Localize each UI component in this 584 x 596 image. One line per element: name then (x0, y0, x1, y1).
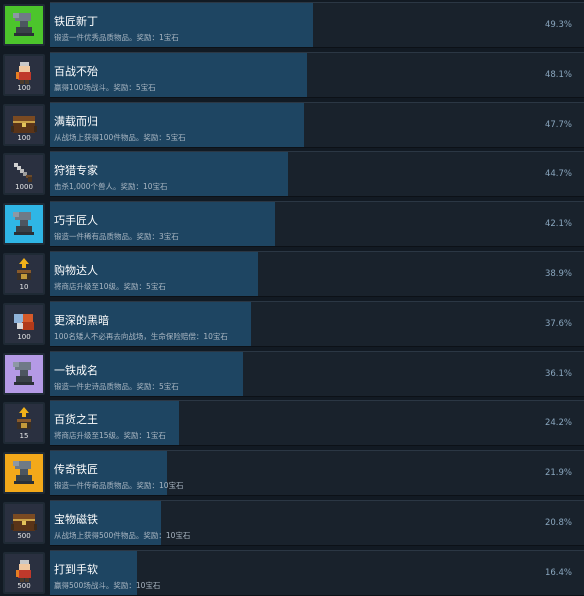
warrior-icon: 500 (3, 551, 45, 594)
achievement-panel: 百战不殆赢得100场战斗。奖励：5宝石 48.1% (50, 51, 584, 98)
shop-upgrade-icon: 15 (3, 402, 45, 445)
unlock-percentage: 42.1% (544, 219, 572, 230)
achievement-panel: 铁匠新丁锻造一件优秀品质物品。奖励：1宝石 49.3% (50, 2, 584, 48)
achievement-title: 满载而归 (54, 114, 98, 128)
achievement-row[interactable]: 一铁成名锻造一件史诗品质物品。奖励：5宝石 36.1% (0, 350, 584, 397)
achievement-description: 锻造一件优秀品质物品。奖励：1宝石 (54, 33, 179, 42)
achievement-badge-count: 10 (19, 283, 29, 291)
unlock-percentage: 44.7% (544, 169, 572, 180)
unlock-percentage: 48.1% (544, 69, 572, 80)
unlock-percentage: 36.1% (544, 368, 572, 379)
achievement-panel: 宝物磁铁从战场上获得500件物品。奖励：10宝石 20.8% (50, 500, 584, 546)
achievement-row[interactable]: 100 更深的黑暗 100名矮人不必再去向战场，生命保险赔偿：10宝石 37.6% (0, 300, 584, 347)
unlock-percentage: 16.4% (544, 567, 572, 578)
achievement-description: 将商店升级至10级。奖励：5宝石 (54, 282, 166, 291)
achievement-description: 将商店升级至15级。奖励：1宝石 (54, 431, 166, 441)
achievement-row[interactable]: 10 购物达人将商店升级至10级。奖励：5宝石 38.9% (0, 251, 584, 297)
achievement-badge-count: 1000 (15, 183, 33, 192)
warrior-icon: 100 (3, 53, 45, 96)
achievement-row[interactable]: 15 百货之王将商店升级至15级。奖励：1宝石 24.2% (0, 400, 584, 447)
achievement-row[interactable]: 铁匠新丁锻造一件优秀品质物品。奖励：1宝石 49.3% (0, 2, 584, 48)
achievement-panel: 购物达人将商店升级至10级。奖励：5宝石 38.9% (50, 251, 584, 297)
achievement-description: 锻造一件稀有品质物品。奖励：3宝石 (54, 232, 179, 242)
achievement-panel: 一铁成名锻造一件史诗品质物品。奖励：5宝石 36.1% (50, 350, 584, 397)
dwarf-icon: 100 (3, 302, 45, 345)
achievement-panel: 百货之王将商店升级至15级。奖励：1宝石 24.2% (50, 400, 584, 447)
unlock-percentage: 49.3% (544, 20, 572, 30)
achievement-row[interactable]: 500 打到手软赢得500场战斗。奖励：10宝石 16.4% (0, 549, 584, 596)
achievement-panel: 打到手软赢得500场战斗。奖励：10宝石 16.4% (50, 549, 584, 596)
achievement-description: 击杀1,000个兽人。奖励：10宝石 (54, 182, 168, 192)
unlock-percentage: 47.7% (544, 119, 572, 130)
achievement-panel: 巧手匠人锻造一件稀有品质物品。奖励：3宝石 42.1% (50, 201, 584, 248)
achievement-description: 100名矮人不必再去向战场，生命保险赔偿：10宝石 (54, 331, 228, 341)
achievement-badge-count: 15 (19, 432, 29, 441)
unlock-percentage: 24.2% (544, 418, 572, 429)
achievement-description: 锻造一件史诗品质物品。奖励：5宝石 (54, 381, 179, 391)
achievement-panel: 满载而归从战场上获得100件物品。奖励：5宝石 47.7% (50, 101, 584, 148)
achievement-description: 赢得500场战斗。奖励：10宝石 (54, 580, 161, 590)
anvil-icon (3, 352, 45, 395)
achievement-title: 百货之王 (54, 413, 98, 427)
achievement-title: 巧手匠人 (54, 214, 98, 228)
achievement-badge-count: 100 (17, 83, 31, 92)
achievement-badge-count: 500 (17, 532, 31, 540)
achievement-panel: 狩猎专家击杀1,000个兽人。奖励：10宝石 44.7% (50, 151, 584, 198)
anvil-icon (3, 452, 45, 495)
achievement-panel: 传奇铁匠锻造一件传奇品质物品。奖励：10宝石 21.9% (50, 450, 584, 497)
achievement-title: 传奇铁匠 (54, 463, 98, 477)
achievement-title: 打到手软 (54, 562, 98, 576)
achievement-row[interactable]: 500 宝物磁铁从战场上获得500件物品。奖励：10宝石 20.8% (0, 500, 584, 546)
unlock-percentage: 37.6% (544, 318, 572, 329)
sword-icon: 1000 (3, 153, 45, 196)
achievement-title: 更深的黑暗 (54, 313, 109, 327)
achievement-title: 百战不殆 (54, 64, 98, 78)
unlock-percentage: 21.9% (544, 468, 572, 479)
shop-upgrade-icon: 10 (3, 253, 45, 295)
achievement-row[interactable]: 传奇铁匠锻造一件传奇品质物品。奖励：10宝石 21.9% (0, 450, 584, 497)
achievement-description: 从战场上获得500件物品。奖励：10宝石 (54, 531, 191, 540)
achievement-description: 赢得100场战斗。奖励：5宝石 (54, 82, 156, 92)
achievement-description: 从战场上获得100件物品。奖励：5宝石 (54, 132, 186, 142)
treasure-chest-icon: 100 (3, 103, 45, 146)
achievement-row[interactable]: 100 百战不殆赢得100场战斗。奖励：5宝石 48.1% (0, 51, 584, 98)
achievement-description: 锻造一件传奇品质物品。奖励：10宝石 (54, 481, 184, 491)
achievement-title: 铁匠新丁 (54, 15, 98, 28)
achievement-title: 宝物磁铁 (54, 513, 98, 526)
anvil-icon (3, 203, 45, 246)
achievement-row[interactable]: 100 满载而归从战场上获得100件物品。奖励：5宝石 47.7% (0, 101, 584, 148)
achievement-title: 一铁成名 (54, 363, 98, 377)
unlock-percentage: 20.8% (544, 518, 572, 528)
unlock-percentage: 38.9% (544, 269, 572, 279)
achievement-badge-count: 500 (17, 581, 31, 590)
achievement-title: 购物达人 (54, 264, 98, 277)
achievement-panel: 更深的黑暗 100名矮人不必再去向战场，生命保险赔偿：10宝石 37.6% (50, 300, 584, 347)
achievement-row[interactable]: 1000 狩猎专家击杀1,000个兽人。奖励：10宝石 44.7% (0, 151, 584, 198)
achievement-badge-count: 100 (17, 133, 31, 142)
anvil-icon (3, 4, 45, 46)
achievement-row[interactable]: 巧手匠人锻造一件稀有品质物品。奖励：3宝石 42.1% (0, 201, 584, 248)
achievement-badge-count: 100 (17, 332, 31, 341)
treasure-chest-icon: 500 (3, 502, 45, 544)
achievement-title: 狩猎专家 (54, 164, 98, 178)
